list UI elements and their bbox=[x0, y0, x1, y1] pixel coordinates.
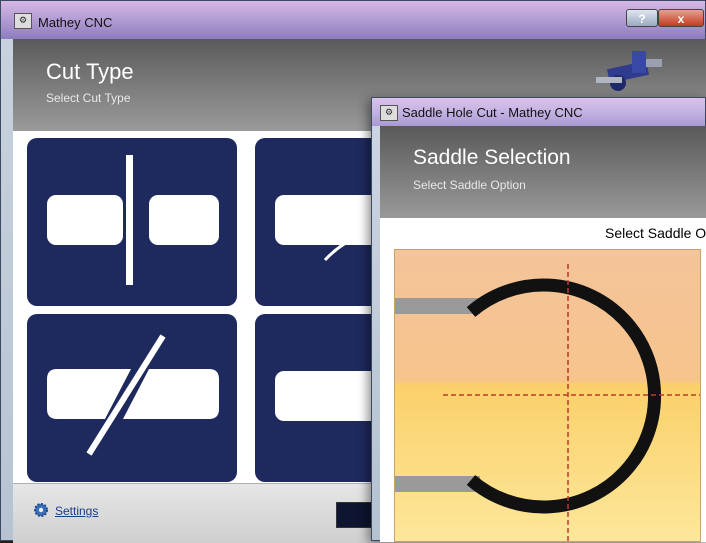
page-title: Cut Type bbox=[46, 59, 134, 84]
saddle-dialog: ⚙ Saddle Hole Cut - Mathey CNC Saddle Se… bbox=[371, 97, 706, 542]
saddle-ring bbox=[466, 278, 662, 514]
saddle-content: Select Saddle O bbox=[380, 218, 706, 542]
help-button[interactable]: ? bbox=[626, 9, 658, 27]
main-titlebar[interactable]: ⚙ Mathey CNC ? x bbox=[1, 1, 705, 39]
settings-label: Settings bbox=[55, 504, 99, 518]
page-subtitle: Select Cut Type bbox=[46, 91, 131, 105]
cnc-machine-icon bbox=[596, 51, 662, 91]
select-saddle-label: Select Saddle O bbox=[605, 225, 706, 241]
dialog-title: Saddle Hole Cut - Mathey CNC bbox=[402, 105, 583, 120]
dialog-titlebar[interactable]: ⚙ Saddle Hole Cut - Mathey CNC bbox=[372, 98, 705, 126]
gear-icon bbox=[34, 503, 48, 517]
dialog-app-icon: ⚙ bbox=[380, 105, 398, 121]
tile-straight-cut[interactable] bbox=[27, 138, 237, 306]
saddle-diagram bbox=[395, 264, 700, 541]
straight-cut-icon bbox=[47, 155, 219, 285]
upper-pipe bbox=[395, 298, 480, 314]
lower-pipe bbox=[395, 476, 480, 492]
app-icon: ⚙ bbox=[14, 13, 32, 29]
tile-miter-cut[interactable] bbox=[27, 314, 237, 482]
main-window-title: Mathey CNC bbox=[38, 15, 113, 30]
saddle-option-panel[interactable] bbox=[394, 249, 701, 542]
settings-link[interactable]: Settings bbox=[33, 503, 99, 518]
saddle-header: Saddle Selection Select Saddle Option bbox=[380, 126, 706, 218]
dialog-header-title: Saddle Selection bbox=[413, 146, 571, 169]
close-button[interactable]: x bbox=[658, 9, 704, 27]
miter-cut-icon bbox=[47, 334, 219, 456]
dialog-header-subtitle: Select Saddle Option bbox=[413, 178, 526, 192]
